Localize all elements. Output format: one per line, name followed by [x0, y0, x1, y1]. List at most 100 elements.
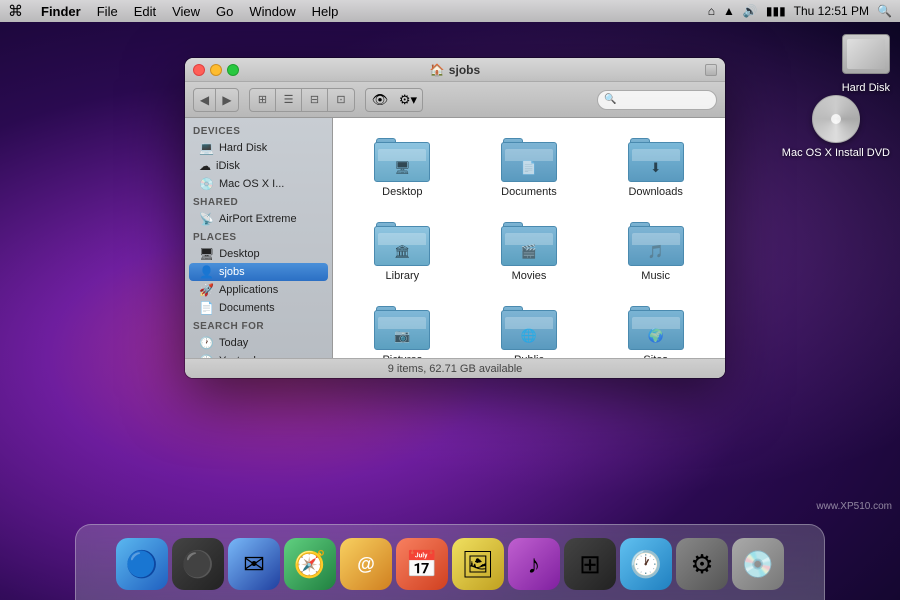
hard-disk-sidebar-label: Hard Disk	[219, 142, 267, 154]
menubar-finder[interactable]: Finder	[33, 0, 89, 22]
volume-icon[interactable]: 🔊	[743, 4, 758, 18]
dock-item-dvdplayer[interactable]: 💿	[732, 538, 784, 590]
menubar-go[interactable]: Go	[208, 0, 241, 22]
dock-item-iphoto[interactable]: 🖼	[452, 538, 504, 590]
file-item-public[interactable]: 🌐 Public	[470, 296, 589, 358]
sites-folder-label: Sites	[643, 354, 667, 358]
documents-folder-icon: 📄	[501, 134, 557, 182]
dock-item-clock[interactable]: 🕐	[620, 538, 672, 590]
mail-dock-icon: ✉	[228, 538, 280, 590]
file-item-pictures[interactable]: 📷 Pictures	[343, 296, 462, 358]
menubar: ⌘ Finder File Edit View Go Window Help ⌂…	[0, 0, 900, 22]
sidebar-item-airport[interactable]: 📡 AirPort Extreme	[185, 210, 332, 228]
sidebar-item-sjobs[interactable]: 👤 sjobs	[189, 263, 328, 281]
list-view-button[interactable]: ☰	[276, 89, 302, 111]
file-item-desktop[interactable]: 🖥 Desktop	[343, 128, 462, 204]
title-icon: 🏠	[430, 63, 445, 77]
finder-window: 🏠 sjobs ◀ ▶ ⊞ ☰ ⊟ ⊡ 👁 ⚙▾ 🔍 DEVICES �	[185, 58, 725, 378]
search-bar[interactable]: 🔍	[597, 90, 717, 110]
bluetooth-icon[interactable]: ⌂	[708, 4, 715, 18]
menubar-view[interactable]: View	[164, 0, 208, 22]
sjobs-sidebar-icon: 👤	[199, 265, 214, 279]
dock-item-mail[interactable]: ✉	[228, 538, 280, 590]
menubar-edit[interactable]: Edit	[126, 0, 164, 22]
today-sidebar-label: Today	[219, 337, 248, 349]
spotlight-icon[interactable]: 🔍	[877, 4, 892, 18]
library-folder-icon: 🏛	[374, 218, 430, 266]
gear-button[interactable]: ⚙▾	[394, 89, 422, 111]
sidebar-item-hard-disk[interactable]: 💻 Hard Disk	[185, 139, 332, 157]
today-sidebar-icon: 🕐	[199, 336, 214, 350]
desktop-sidebar-label: Desktop	[219, 248, 259, 260]
sidebar-item-idisk[interactable]: ☁ iDisk	[185, 157, 332, 175]
iphoto-dock-icon: 🖼	[452, 538, 504, 590]
music-folder-icon: 🎵	[628, 218, 684, 266]
dock-item-dashboard[interactable]: ⚫	[172, 538, 224, 590]
dock-item-itunes[interactable]: ♪	[508, 538, 560, 590]
shared-header: SHARED	[185, 193, 332, 210]
desktop-folder-label: Desktop	[382, 186, 422, 198]
file-item-downloads[interactable]: ⬇ Downloads	[596, 128, 715, 204]
sidebar-item-desktop[interactable]: 🖥 Desktop	[185, 245, 332, 263]
safari-dock-icon: 🧭	[284, 538, 336, 590]
desktop-icon-dvd[interactable]: Mac OS X Install DVD	[782, 95, 890, 159]
dock-item-ical[interactable]: 📅	[396, 538, 448, 590]
sites-folder-icon: 🌍	[628, 302, 684, 350]
dock-item-finder[interactable]: 🔵	[116, 538, 168, 590]
finder-statusbar: 9 items, 62.71 GB available	[185, 358, 725, 378]
sidebar-item-documents[interactable]: 📄 Documents	[185, 299, 332, 317]
wifi-icon[interactable]: ▲	[723, 4, 735, 18]
cover-flow-button[interactable]: ⊡	[328, 89, 354, 111]
resize-button[interactable]	[705, 64, 717, 76]
maximize-button[interactable]	[227, 64, 239, 76]
sidebar-item-macos[interactable]: 💿 Mac OS X I...	[185, 175, 332, 193]
back-button[interactable]: ◀	[194, 89, 216, 111]
menubar-help[interactable]: Help	[304, 0, 347, 22]
file-item-library[interactable]: 🏛 Library	[343, 212, 462, 288]
dock-item-spaces[interactable]: ⊞	[564, 538, 616, 590]
spaces-dock-icon: ⊞	[564, 538, 616, 590]
close-button[interactable]	[193, 64, 205, 76]
dock-item-safari[interactable]: 🧭	[284, 538, 336, 590]
sidebar-item-today[interactable]: 🕐 Today	[185, 334, 332, 352]
view-buttons: ⊞ ☰ ⊟ ⊡	[249, 88, 355, 112]
menubar-file[interactable]: File	[89, 0, 126, 22]
icon-view-button[interactable]: ⊞	[250, 89, 276, 111]
eye-button[interactable]: 👁	[366, 89, 394, 111]
hard-disk-icon-image	[842, 30, 890, 78]
file-item-movies[interactable]: 🎬 Movies	[470, 212, 589, 288]
menubar-window[interactable]: Window	[241, 0, 303, 22]
file-item-documents[interactable]: 📄 Documents	[470, 128, 589, 204]
finder-main-area: 🖥 Desktop 📄 Documents	[333, 118, 725, 358]
desktop-folder-icon: 🖥	[374, 134, 430, 182]
dock-item-syspref[interactable]: ⚙	[676, 538, 728, 590]
search-icon: 🔍	[604, 94, 616, 105]
apple-menu[interactable]: ⌘	[8, 2, 23, 20]
apps-sidebar-label: Applications	[219, 284, 278, 296]
library-folder-label: Library	[386, 270, 420, 282]
finder-sidebar: DEVICES 💻 Hard Disk ☁ iDisk 💿 Mac OS X I…	[185, 118, 333, 358]
addressbook-dock-icon: @	[340, 538, 392, 590]
docs-sidebar-icon: 📄	[199, 301, 214, 315]
file-item-music[interactable]: 🎵 Music	[596, 212, 715, 288]
apps-sidebar-icon: 🚀	[199, 283, 214, 297]
airport-sidebar-icon: 📡	[199, 212, 214, 226]
dock: 🔵 ⚫ ✉ 🧭 @ 📅 🖼 ♪ ⊞ 🕐 ⚙	[0, 520, 900, 600]
battery-icon[interactable]: ▮▮▮	[766, 4, 786, 18]
minimize-button[interactable]	[210, 64, 222, 76]
column-view-button[interactable]: ⊟	[302, 89, 328, 111]
sjobs-sidebar-label: sjobs	[219, 266, 245, 278]
sidebar-item-applications[interactable]: 🚀 Applications	[185, 281, 332, 299]
devices-header: DEVICES	[185, 122, 332, 139]
dock-item-addressbook[interactable]: @	[340, 538, 392, 590]
action-buttons: 👁 ⚙▾	[365, 88, 423, 112]
file-item-sites[interactable]: 🌍 Sites	[596, 296, 715, 358]
desktop-sidebar-icon: 🖥	[199, 247, 214, 261]
clock-display: Thu 12:51 PM	[794, 4, 869, 18]
docs-sidebar-label: Documents	[219, 302, 275, 314]
forward-button[interactable]: ▶	[216, 89, 238, 111]
pictures-folder-label: Pictures	[382, 354, 422, 358]
desktop-icon-hard-disk[interactable]: Hard Disk	[842, 30, 890, 94]
documents-folder-label: Documents	[501, 186, 557, 198]
hard-disk-label: Hard Disk	[842, 82, 890, 94]
